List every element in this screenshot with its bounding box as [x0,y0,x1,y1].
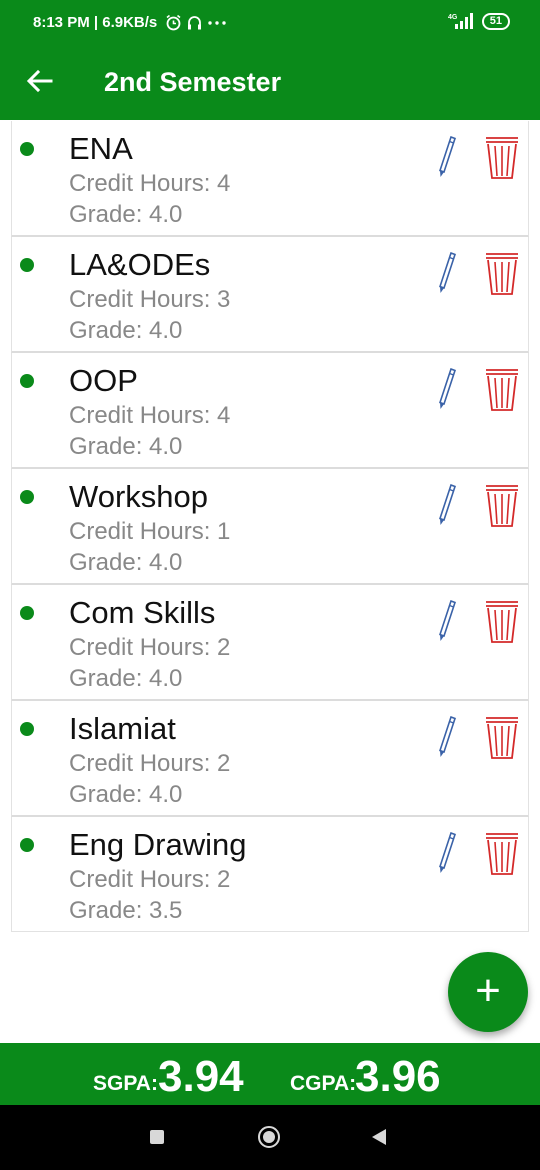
pencil-icon [439,367,456,409]
headset-icon [188,16,202,30]
pencil-icon [439,599,456,641]
trash-icon [486,253,518,295]
bullet-dot [20,142,34,156]
delete-button[interactable] [484,599,520,644]
status-icons [165,14,227,31]
signal-icon: 4G [448,13,473,29]
app-bar: 2nd Semester [0,42,540,120]
edit-button[interactable] [435,135,457,179]
status-left: 8:13 PM | 6.9KB/s [33,14,227,31]
trash-icon [486,601,518,643]
course-name: Workshop [69,479,208,514]
course-grade: Grade: 4.0 [69,317,183,344]
bullet-dot [20,838,34,852]
sgpa-value: 3.94 [158,1052,244,1101]
cgpa-label: CGPA: [290,1072,357,1095]
edit-button[interactable] [435,715,457,759]
recents-button[interactable] [150,1130,164,1144]
status-time: 8:13 PM | 6.9KB/s [33,14,158,31]
course-grade: Grade: 4.0 [69,201,183,228]
course-credit-hours: Credit Hours: 1 [69,518,231,545]
cgpa-value: 3.96 [355,1052,441,1101]
delete-button[interactable] [484,715,520,760]
pencil-icon [439,715,456,757]
trash-icon [486,369,518,411]
course-credit-hours: Credit Hours: 4 [69,170,231,197]
sgpa-label: SGPA: [93,1072,158,1095]
trash-icon [486,717,518,759]
course-name: ENA [69,131,133,166]
course-credit-hours: Credit Hours: 3 [69,286,231,313]
bullet-dot [20,722,34,736]
bullet-dot [20,258,34,272]
back-button[interactable] [24,65,56,97]
course-credit-hours: Credit Hours: 2 [69,866,231,893]
bullet-dot [20,606,34,620]
network-type: 4G [448,14,458,21]
arrow-left-icon [26,69,53,93]
course-credit-hours: Credit Hours: 2 [69,634,231,661]
pencil-icon [439,831,456,873]
pencil-icon [439,135,456,177]
more-dots-icon [208,20,226,25]
add-course-button[interactable]: + [448,952,528,1032]
course-grade: Grade: 4.0 [69,781,183,808]
delete-button[interactable] [484,483,520,528]
course-name: OOP [69,363,138,398]
delete-button[interactable] [484,251,520,296]
course-card[interactable]: OOP Credit Hours: 4 Grade: 4.0 [11,353,529,469]
course-card[interactable]: ENA Credit Hours: 4 Grade: 4.0 [11,121,529,237]
bullet-dot [20,490,34,504]
course-credit-hours: Credit Hours: 4 [69,402,231,429]
gpa-bar: SGPA: 3.94 CGPA: 3.96 [0,1043,540,1105]
battery-indicator: 51 [481,12,510,30]
trash-icon [486,833,518,875]
delete-button[interactable] [484,135,520,180]
course-card[interactable]: Islamiat Credit Hours: 2 Grade: 4.0 [11,701,529,817]
status-bar: 8:13 PM | 6.9KB/s 4G 51 [0,0,540,42]
course-name: Com Skills [69,595,216,630]
alarm-icon [166,14,181,31]
course-list: ENA Credit Hours: 4 Grade: 4.0 LA&ODEs C… [11,121,529,932]
delete-button[interactable] [484,367,520,412]
edit-button[interactable] [435,831,457,875]
course-card[interactable]: LA&ODEs Credit Hours: 3 Grade: 4.0 [11,237,529,353]
course-credit-hours: Credit Hours: 2 [69,750,231,777]
course-name: Eng Drawing [69,827,247,862]
bullet-dot [20,374,34,388]
plus-icon: + [475,966,501,1015]
trash-icon [486,485,518,527]
status-right: 4G 51 [446,12,510,30]
course-card[interactable]: Eng Drawing Credit Hours: 2 Grade: 3.5 [11,817,529,932]
delete-button[interactable] [484,831,520,876]
course-grade: Grade: 4.0 [69,549,183,576]
trash-icon [486,137,518,179]
home-button[interactable] [258,1126,280,1148]
edit-button[interactable] [435,483,457,527]
course-grade: Grade: 4.0 [69,433,183,460]
course-name: LA&ODEs [69,247,211,282]
course-grade: Grade: 3.5 [69,897,183,924]
system-nav-bar [0,1105,540,1170]
edit-button[interactable] [435,251,457,295]
pencil-icon [439,483,456,525]
course-card[interactable]: Com Skills Credit Hours: 2 Grade: 4.0 [11,585,529,701]
page-title: 2nd Semester [104,67,282,97]
course-name: Islamiat [69,711,176,746]
pencil-icon [439,251,456,293]
system-back-button[interactable] [372,1129,386,1145]
edit-button[interactable] [435,367,457,411]
course-card[interactable]: Workshop Credit Hours: 1 Grade: 4.0 [11,469,529,585]
course-grade: Grade: 4.0 [69,665,183,692]
edit-button[interactable] [435,599,457,643]
